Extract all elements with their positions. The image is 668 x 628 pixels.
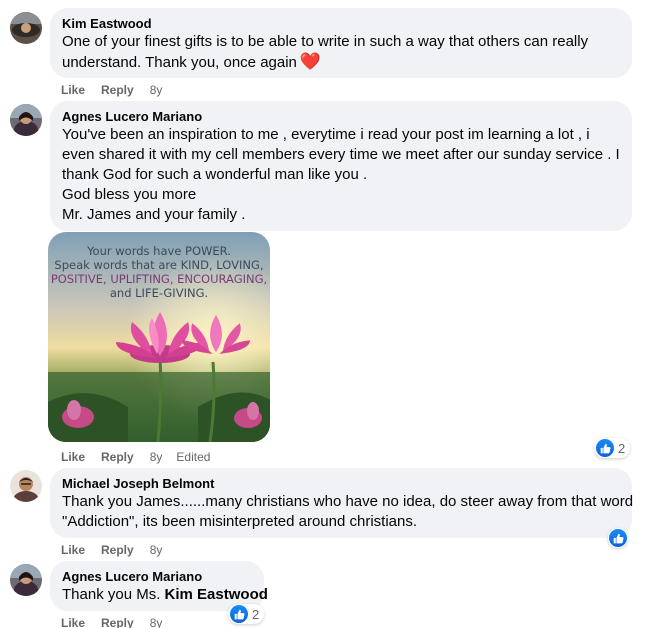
image-text-line: and LIFE-GIVING.: [110, 286, 208, 300]
comment-text: Thank you Ms. Kim Eastwood: [62, 585, 268, 605]
image-text-line: Speak words that are KIND, LOVING,: [54, 258, 263, 272]
reply-button[interactable]: Reply: [101, 82, 134, 98]
comment-line: Thank you Ms. Kim Eastwood: [62, 585, 268, 605]
like-button[interactable]: Like: [61, 449, 85, 465]
comment-line: Mr. James and your family .: [62, 206, 246, 223]
reply-button[interactable]: Reply: [101, 542, 134, 558]
comment-line: God bless you more: [62, 186, 197, 203]
edited-label[interactable]: Edited: [176, 449, 210, 465]
comment-line: thank God for such a wonderful man like …: [62, 166, 368, 183]
comment-author[interactable]: Agnes Lucero Mariano: [62, 568, 252, 585]
comment-line-text: understand. Thank you, once again: [62, 54, 297, 71]
comment-line-text: Thank you Ms.: [62, 586, 161, 603]
like-button[interactable]: Like: [61, 542, 85, 558]
reply-button[interactable]: Reply: [101, 449, 134, 465]
comment-actions: Like Reply 8y Edited: [61, 449, 210, 465]
comment-line: Thank you James......many christians who…: [62, 493, 634, 510]
heart-icon: ❤️: [299, 52, 322, 71]
comment-line: "Addiction", its been misinterpreted aro…: [62, 513, 417, 530]
comment-line: One of your finest gifts is to be able t…: [62, 33, 589, 50]
like-button[interactable]: Like: [61, 615, 85, 628]
avatar[interactable]: [10, 12, 42, 44]
reaction-summary[interactable]: 2: [228, 604, 265, 624]
comment-bubble: Agnes Lucero Mariano You've been an insp…: [50, 101, 632, 231]
comment-line: even shared it with my cell members ever…: [62, 146, 620, 163]
comment-image[interactable]: Your words have POWER. Speak words that …: [48, 232, 270, 442]
like-icon: [596, 439, 614, 457]
reaction-summary[interactable]: 2: [594, 438, 631, 458]
comment-author[interactable]: Kim Eastwood: [62, 15, 620, 32]
comment-text: Thank you James......many christians who…: [62, 492, 634, 532]
comment-actions: Like Reply 8y: [61, 542, 176, 558]
avatar[interactable]: [10, 470, 42, 502]
mention-link[interactable]: Kim Eastwood: [165, 586, 268, 603]
image-text-line: Your words have POWER.: [86, 244, 231, 258]
comment-actions: Like Reply 8y: [61, 82, 176, 98]
comment-text: You've been an inspiration to me , every…: [62, 125, 620, 225]
like-icon: [230, 605, 248, 623]
reaction-count: 2: [252, 606, 260, 622]
comment-line: You've been an inspiration to me , every…: [62, 126, 590, 143]
comment-text: One of your finest gifts is to be able t…: [62, 32, 620, 73]
reply-button[interactable]: Reply: [101, 615, 134, 628]
like-button[interactable]: Like: [61, 82, 85, 98]
avatar[interactable]: [10, 564, 42, 596]
comment-bubble: Kim Eastwood One of your finest gifts is…: [50, 8, 632, 78]
reaction-count: 2: [618, 440, 626, 456]
timestamp[interactable]: 8y: [150, 449, 163, 465]
comment-author[interactable]: Michael Joseph Belmont: [62, 475, 620, 492]
comment-bubble: Agnes Lucero Mariano Thank you Ms. Kim E…: [50, 561, 268, 611]
timestamp[interactable]: 8y: [150, 542, 163, 558]
reaction-summary[interactable]: [608, 528, 628, 548]
timestamp[interactable]: 8y: [150, 615, 163, 628]
like-icon: [609, 529, 627, 547]
avatar[interactable]: [10, 104, 42, 136]
comment-author[interactable]: Agnes Lucero Mariano: [62, 108, 620, 125]
image-text-line: POSITIVE, UPLIFTING, ENCOURAGING,: [51, 272, 267, 286]
comment-actions: Like Reply 8y: [61, 615, 176, 628]
timestamp[interactable]: 8y: [150, 82, 163, 98]
comment-line: understand. Thank you, once again ❤️: [62, 52, 620, 73]
comment-bubble: Michael Joseph Belmont Thank you James..…: [50, 468, 634, 538]
